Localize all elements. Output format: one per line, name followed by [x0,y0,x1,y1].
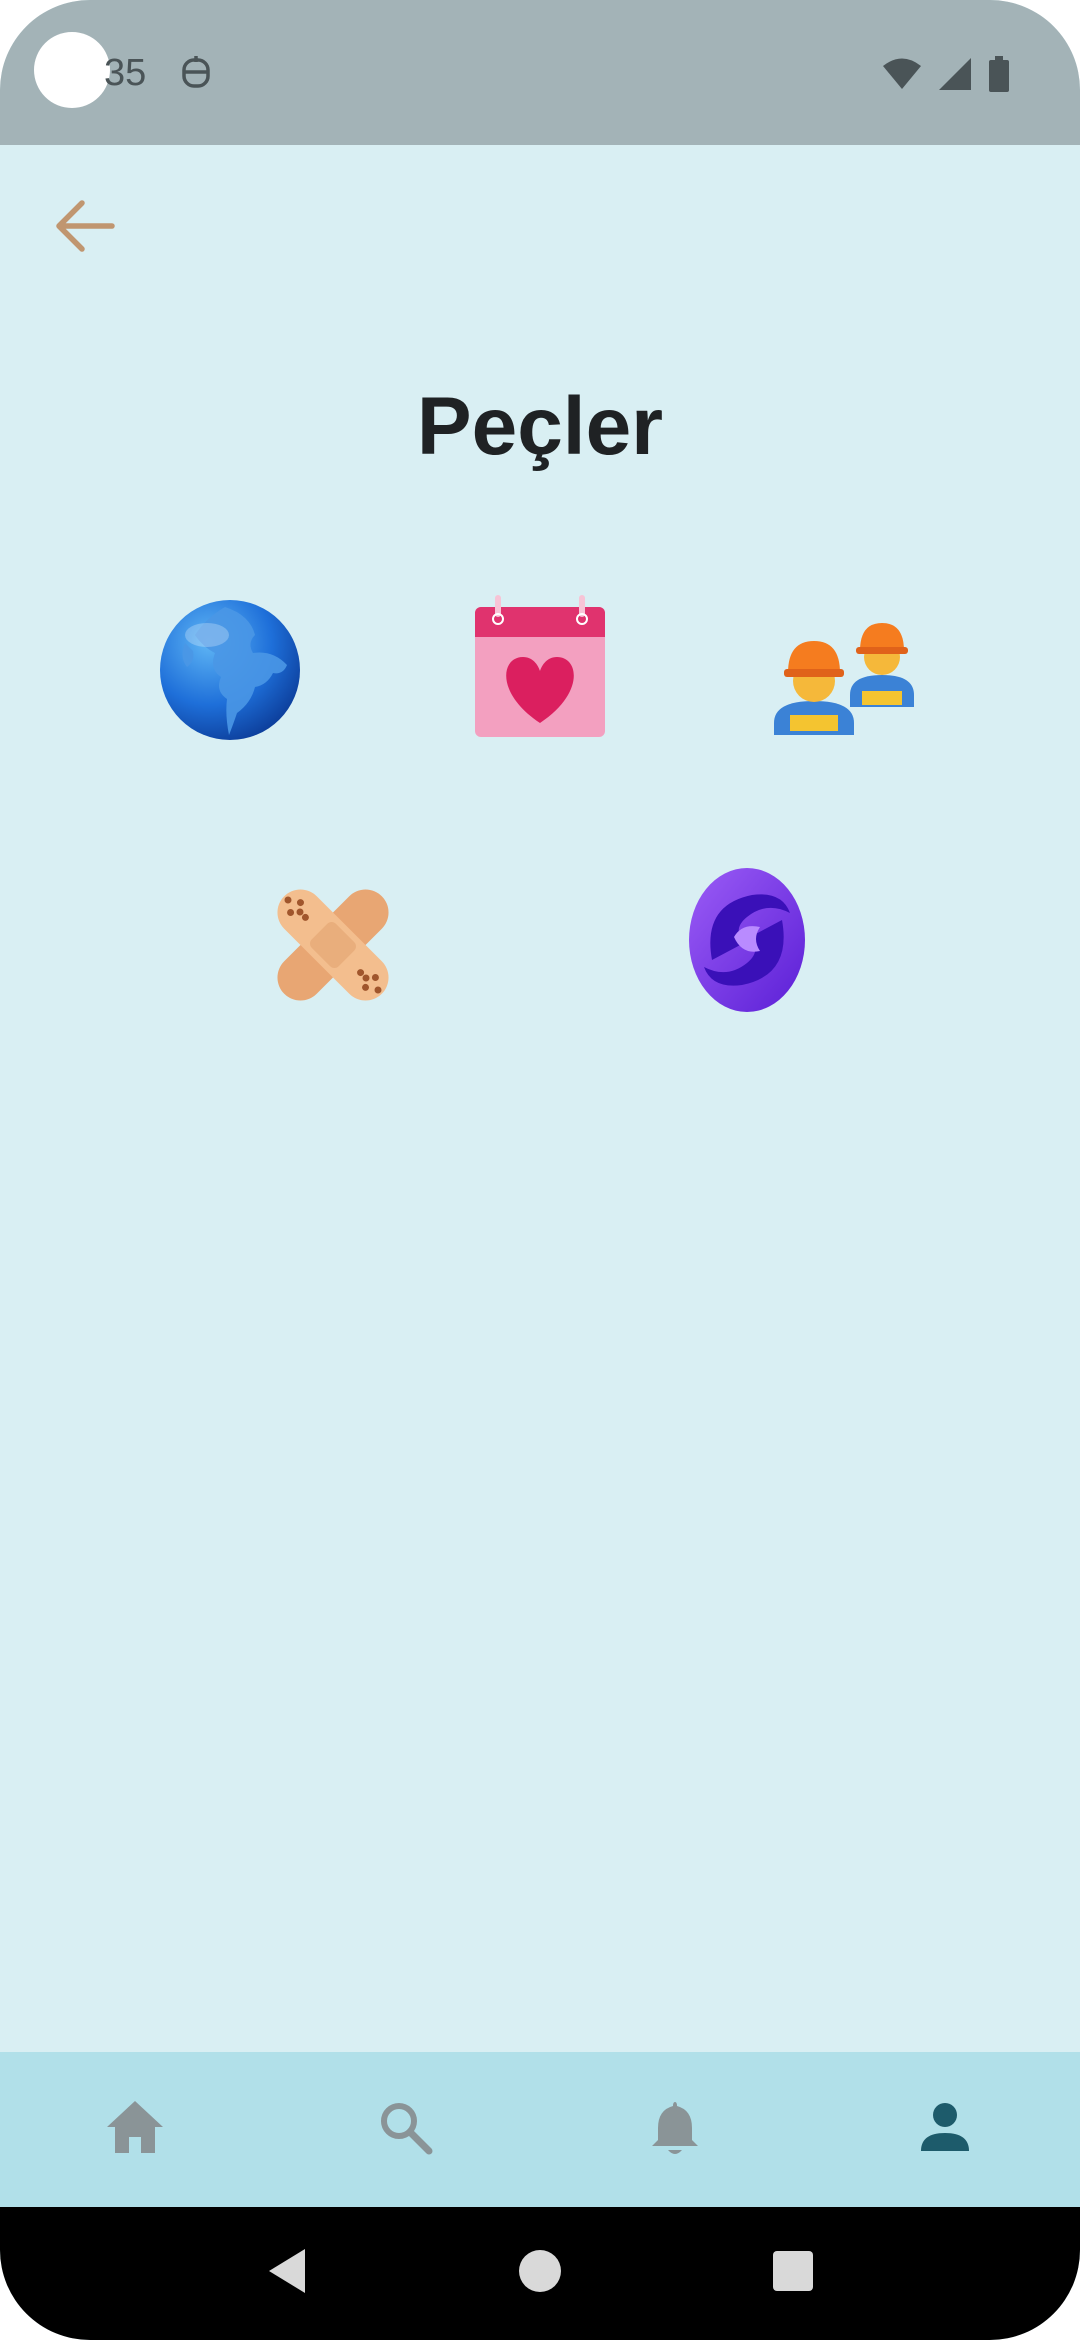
bell-icon [650,2098,700,2161]
nav-home[interactable] [70,2065,200,2195]
system-recents-button[interactable] [753,2234,833,2314]
triangle-back-icon [265,2247,309,2300]
badge-calendar-heart[interactable] [465,595,615,745]
battery-icon [988,56,1010,97]
system-home-button[interactable] [500,2234,580,2314]
nav-notifications[interactable] [610,2065,740,2195]
search-icon [377,2099,433,2160]
swirl-logo-icon [672,865,822,1015]
system-back-button[interactable] [247,2234,327,2314]
bottom-navigation [0,2052,1080,2207]
globe-icon [155,595,305,745]
status-icons [882,56,1010,97]
badge-construction-workers[interactable] [770,595,920,745]
calendar-heart-icon [465,595,615,745]
back-button[interactable] [40,188,130,268]
badge-adhesive-bandage[interactable] [258,870,408,1020]
page-title: Peçler [416,381,664,472]
wifi-icon [882,57,922,96]
square-recents-icon [772,2250,814,2297]
camera-cutout [34,32,110,108]
status-time: 35 [104,52,147,94]
circle-home-icon [518,2249,562,2298]
nav-profile[interactable] [880,2065,1010,2195]
nav-search[interactable] [340,2065,470,2195]
badge-globe[interactable] [155,595,305,745]
signal-icon [938,57,972,96]
app-notification-icon [178,54,214,94]
construction-workers-icon [770,595,920,745]
adhesive-bandage-icon [258,870,408,1020]
profile-icon [919,2101,971,2158]
arrow-left-icon [50,191,120,266]
home-icon [105,2099,165,2160]
status-bar: 35 [0,0,1080,145]
badge-swirl-logo[interactable] [672,865,822,1015]
phone-screen: 35 Peçler [0,0,1080,2340]
system-navigation-bar [0,2207,1080,2340]
